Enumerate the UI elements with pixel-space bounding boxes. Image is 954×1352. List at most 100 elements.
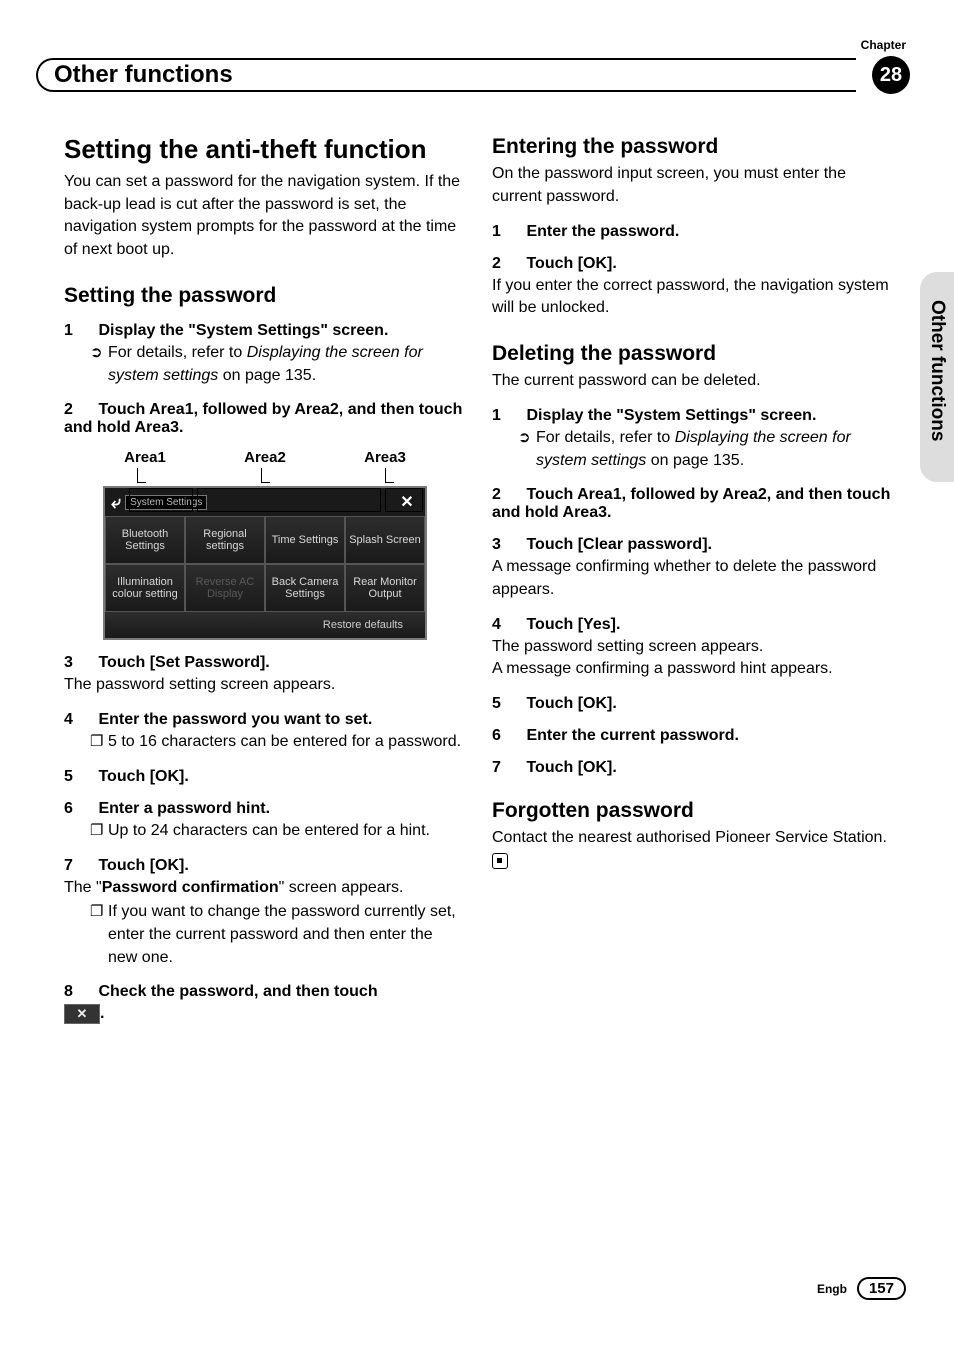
note-icon: ❐ [90,820,108,843]
close-icon[interactable]: ✕ [395,492,419,512]
step-follow: ✕. [64,1003,466,1026]
step-number: 1 [492,223,522,241]
xref-text: For details, refer to Displaying the scr… [108,342,466,387]
step-4: 4 Touch [Yes]. [492,616,894,634]
step-2: 2 Touch Area1, followed by Area2, and th… [492,486,894,522]
back-icon[interactable]: ⤶ [111,492,121,513]
step-1: 1 Display the "System Settings" screen. [492,407,894,425]
step-text: Touch [OK]. [526,759,616,776]
screenshot-cell[interactable]: Rear Monitor Output [345,564,425,612]
step-number: 5 [492,695,522,713]
step-2: 2 Touch [OK]. [492,255,894,273]
step-text: Touch [OK]. [526,695,616,712]
area-labels: Area1 Area2 Area3 [105,449,425,466]
step-3: 3 Touch [Set Password]. [64,654,466,672]
close-x-button[interactable]: ✕ [64,1004,100,1024]
note-icon: ❐ [90,731,108,754]
area1-label: Area1 [105,449,185,466]
area-callout-lines [105,468,425,486]
side-tab-label: Other functions [926,300,948,441]
content-columns: Setting the anti-theft function You can … [64,135,894,1028]
note-text: Up to 24 characters can be entered for a… [108,820,430,843]
step-number: 6 [64,800,94,818]
chapter-label: Chapter [861,38,906,52]
step-text: Touch [OK]. [526,255,616,272]
step-8: 8 Check the password, and then touch [64,983,466,1001]
step-text: Enter a password hint. [98,800,270,817]
step-text: Touch [OK]. [98,768,188,785]
note-bullet: ❐ If you want to change the password cur… [64,901,466,969]
step-text: Touch [OK]. [98,857,188,874]
area3-label: Area3 [345,449,425,466]
step-number: 5 [64,768,94,786]
screenshot-title: System Settings [125,495,207,510]
step-6: 6 Enter a password hint. [64,800,466,818]
footer-lang: Engb [817,1282,847,1296]
step-text: Enter the password. [526,223,679,240]
screenshot-cell-disabled: Reverse AC Display [185,564,265,612]
screenshot-cell[interactable]: Bluetooth Settings [105,516,185,564]
step-follow: If you enter the correct password, the n… [492,275,894,320]
step-1: 1 Display the "System Settings" screen. [64,322,466,340]
step-follow: The password setting screen appears. [64,674,466,697]
page-footer: Engb 157 [817,1277,906,1300]
note-bullet: ❐ 5 to 16 characters can be entered for … [64,731,466,754]
step-3: 3 Touch [Clear password]. [492,536,894,554]
screenshot-cell[interactable]: Splash Screen [345,516,425,564]
step-7: 7 Touch [OK]. [492,759,894,777]
heading-deleting-password: Deleting the password [492,342,894,366]
screenshot-footer[interactable]: Restore defaults [105,612,425,638]
step-number: 2 [492,486,522,504]
note-icon: ❐ [90,901,108,969]
left-column: Setting the anti-theft function You can … [64,135,466,1028]
step-text: Touch [Set Password]. [98,654,269,671]
step-number: 8 [64,983,94,1001]
paragraph: Contact the nearest authorised Pioneer S… [492,827,894,872]
screenshot-cell[interactable]: Illumination colour setting [105,564,185,612]
xref-bullet: ➲ For details, refer to Displaying the s… [64,342,466,387]
step-number: 4 [64,711,94,729]
step-number: 7 [492,759,522,777]
section-header-bar: Other functions [36,58,856,92]
heading-anti-theft: Setting the anti-theft function [64,135,466,165]
heading-setting-password: Setting the password [64,284,466,308]
step-follow: The "Password confirmation" screen appea… [64,877,466,900]
heading-forgotten-password: Forgotten password [492,799,894,823]
end-section-icon [492,853,508,869]
note-text: If you want to change the password curre… [108,901,466,969]
xref-icon: ➲ [518,427,536,472]
intro-paragraph: You can set a password for the navigatio… [64,171,466,262]
step-number: 1 [492,407,522,425]
step-5: 5 Touch [OK]. [64,768,466,786]
page-number: 157 [857,1277,906,1300]
paragraph: The current password can be deleted. [492,370,894,393]
screenshot-cell[interactable]: Back Camera Settings [265,564,345,612]
step-text: Enter the current password. [526,727,739,744]
heading-entering-password: Entering the password [492,135,894,159]
step-1: 1 Enter the password. [492,223,894,241]
xref-icon: ➲ [90,342,108,387]
screenshot-cell[interactable]: Time Settings [265,516,345,564]
step-number: 1 [64,322,94,340]
screenshot-grid: Bluetooth Settings Regional settings Tim… [105,516,425,612]
step-5: 5 Touch [OK]. [492,695,894,713]
step-number: 6 [492,727,522,745]
step-text: Touch Area1, followed by Area2, and then… [492,486,890,521]
note-text: 5 to 16 characters can be entered for a … [108,731,461,754]
step-follow: A message confirming whether to delete t… [492,556,894,601]
right-column: Entering the password On the password in… [492,135,894,1028]
xref-bullet: ➲ For details, refer to Displaying the s… [492,427,894,472]
paragraph: On the password input screen, you must e… [492,163,894,208]
section-title: Other functions [54,61,233,89]
step-text: Touch [Yes]. [526,616,620,633]
chapter-number-badge: 28 [872,56,910,94]
step-text: Touch [Clear password]. [526,536,712,553]
xref-text: For details, refer to Displaying the scr… [536,427,894,472]
step-text: Display the "System Settings" screen. [98,322,388,339]
step-2: 2 Touch Area1, followed by Area2, and th… [64,401,466,437]
step-text: Touch Area1, followed by Area2, and then… [64,401,462,436]
step-number: 3 [64,654,94,672]
step-6: 6 Enter the current password. [492,727,894,745]
screenshot-cell[interactable]: Regional settings [185,516,265,564]
step-number: 3 [492,536,522,554]
